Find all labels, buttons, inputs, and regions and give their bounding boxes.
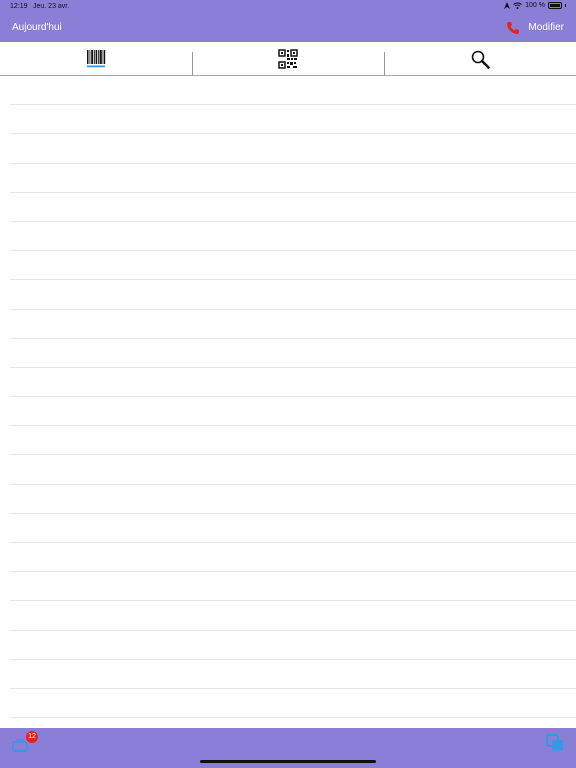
item-list — [10, 76, 576, 728]
list-row[interactable] — [10, 689, 576, 719]
edit-button[interactable]: Modifier — [528, 22, 564, 33]
list-row[interactable] — [10, 222, 576, 252]
tab-search[interactable] — [384, 42, 576, 76]
barcode-icon — [87, 49, 106, 67]
list-row[interactable] — [10, 660, 576, 689]
list-row[interactable] — [10, 280, 576, 310]
battery-icon — [548, 2, 562, 9]
top-bar: 12:19 Jeu. 23 avr. 100 % Aujourd'hui Mod… — [0, 0, 576, 42]
list-row[interactable] — [10, 455, 576, 485]
list-row[interactable] — [10, 426, 576, 456]
list-row[interactable] — [10, 76, 576, 106]
tab-qr-code[interactable] — [192, 42, 384, 76]
list-row[interactable] — [10, 310, 576, 339]
status-time: 12:19 — [10, 3, 28, 10]
list-row[interactable] — [10, 339, 576, 368]
list-row[interactable] — [10, 514, 576, 543]
home-indicator — [200, 760, 376, 763]
notification-badge: 12 — [26, 731, 38, 743]
list-row[interactable] — [10, 164, 576, 193]
history-icon[interactable] — [12, 738, 28, 752]
share-icon[interactable] — [545, 733, 565, 753]
status-date: Jeu. 23 avr. — [33, 3, 70, 10]
app-screen: 12:19 Jeu. 23 avr. 100 % Aujourd'hui Mod… — [0, 0, 576, 768]
list-row[interactable] — [10, 251, 576, 281]
tab-barcode[interactable] — [0, 42, 192, 75]
scan-mode-tabs — [0, 42, 576, 76]
phone-icon[interactable] — [506, 21, 520, 35]
qr-code-icon — [278, 48, 298, 69]
list-row[interactable] — [10, 134, 576, 164]
list-row[interactable] — [10, 193, 576, 222]
list-row[interactable] — [10, 631, 576, 660]
list-row[interactable] — [10, 105, 576, 135]
list-row[interactable] — [10, 368, 576, 398]
list-row[interactable] — [10, 601, 576, 631]
list-row[interactable] — [10, 485, 576, 514]
battery-cap — [565, 4, 566, 7]
today-button[interactable]: Aujourd'hui — [12, 22, 62, 33]
search-icon — [471, 50, 490, 69]
list-row[interactable] — [10, 543, 576, 573]
battery-percent: 100 % — [525, 2, 545, 9]
status-bar: 12:19 Jeu. 23 avr. 100 % — [0, 0, 576, 14]
wifi-icon — [513, 2, 522, 9]
list-row[interactable] — [10, 397, 576, 427]
list-row[interactable] — [10, 572, 576, 602]
status-right-group: 100 % — [504, 2, 566, 9]
location-icon — [504, 2, 511, 9]
